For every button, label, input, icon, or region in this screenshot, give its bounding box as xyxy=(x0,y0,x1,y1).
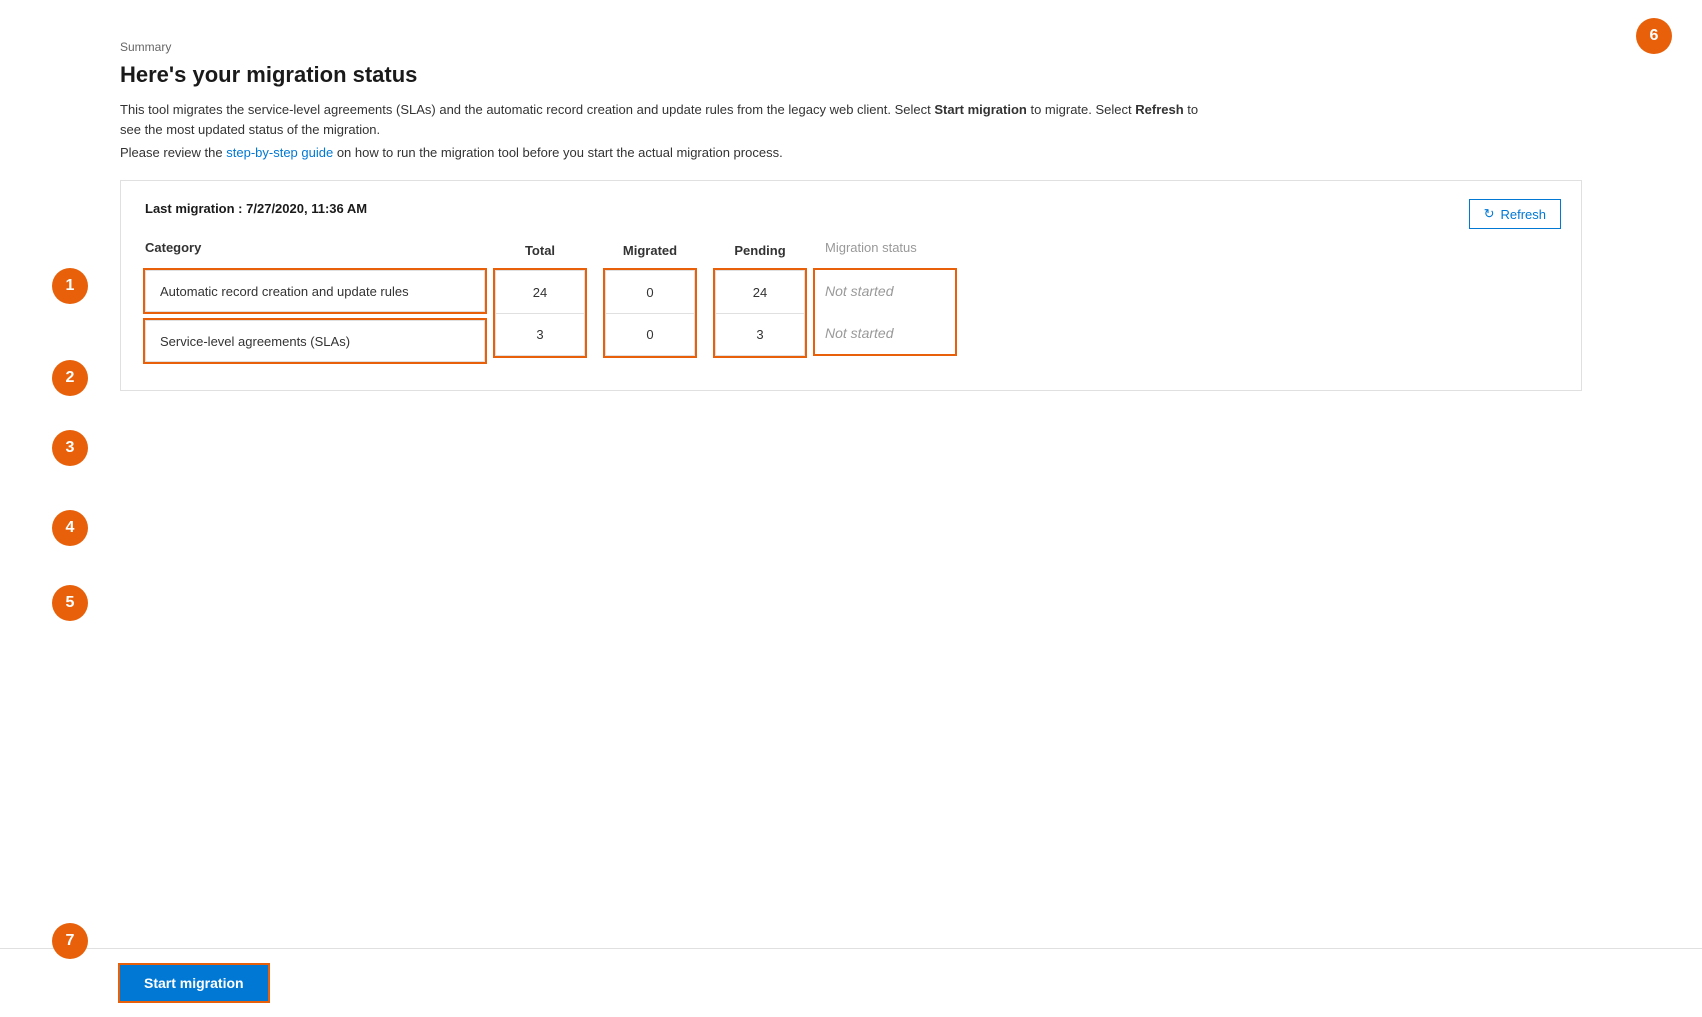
annotation-6: 6 xyxy=(1636,18,1672,54)
bold-refresh: Refresh xyxy=(1135,102,1183,117)
annotation-3: 3 xyxy=(52,430,88,466)
page-container: 1 2 3 4 5 6 7 Summary Here's your migrat… xyxy=(0,0,1702,1017)
pending-row-2: 3 xyxy=(716,313,804,355)
table-row-2-category: Service-level agreements (SLAs) xyxy=(145,320,485,362)
status-column: Migration status Not started Not started xyxy=(815,234,985,354)
migrated-row-1: 0 xyxy=(606,271,694,313)
pending-column: Pending 24 3 xyxy=(705,234,815,356)
page-description: This tool migrates the service-level agr… xyxy=(120,100,1220,139)
annotation-4: 4 xyxy=(52,510,88,546)
category-column: Category Automatic record creation and u… xyxy=(145,234,485,366)
bold-start-migration: Start migration xyxy=(934,102,1026,117)
migrated-box: 0 0 xyxy=(605,270,695,356)
migration-table: Category Automatic record creation and u… xyxy=(145,234,1557,366)
annotation-2: 2 xyxy=(52,360,88,396)
refresh-button[interactable]: ↻ Refresh xyxy=(1469,199,1561,229)
status-row-1: Not started xyxy=(825,270,945,312)
total-box: 24 3 xyxy=(495,270,585,356)
migrated-row-2: 0 xyxy=(606,313,694,355)
total-header: Total xyxy=(485,234,595,270)
status-row-2: Not started xyxy=(825,312,945,354)
total-column: Total 24 3 xyxy=(485,234,595,356)
migration-panel: Last migration : 7/27/2020, 11:36 AM ↻ R… xyxy=(120,180,1582,391)
annotation-1: 1 xyxy=(52,268,88,304)
breadcrumb: Summary xyxy=(120,40,1582,54)
annotation-5: 5 xyxy=(52,585,88,621)
migrated-column: Migrated 0 0 xyxy=(595,234,705,356)
page-title: Here's your migration status xyxy=(120,62,1582,88)
total-row-2: 3 xyxy=(496,313,584,355)
category-header: Category xyxy=(145,234,485,270)
last-migration-label: Last migration : 7/27/2020, 11:36 AM xyxy=(145,201,1557,216)
last-migration-value: 7/27/2020, 11:36 AM xyxy=(246,201,367,216)
pending-header: Pending xyxy=(705,234,815,270)
step-by-step-guide-link[interactable]: step-by-step guide xyxy=(226,145,333,160)
start-migration-button[interactable]: Start migration xyxy=(120,965,268,1001)
refresh-icon: ↻ xyxy=(1484,206,1495,222)
migrated-header: Migrated xyxy=(595,234,705,270)
guide-text: Please review the step-by-step guide on … xyxy=(120,145,1582,160)
bottom-bar: Start migration xyxy=(0,948,1702,1017)
total-row-1: 24 xyxy=(496,271,584,313)
status-box: Not started Not started xyxy=(815,270,955,354)
pending-row-1: 24 xyxy=(716,271,804,313)
refresh-label: Refresh xyxy=(1500,207,1546,222)
table-row-1-category: Automatic record creation and update rul… xyxy=(145,270,485,312)
status-header: Migration status xyxy=(815,234,985,270)
pending-box: 24 3 xyxy=(715,270,805,356)
